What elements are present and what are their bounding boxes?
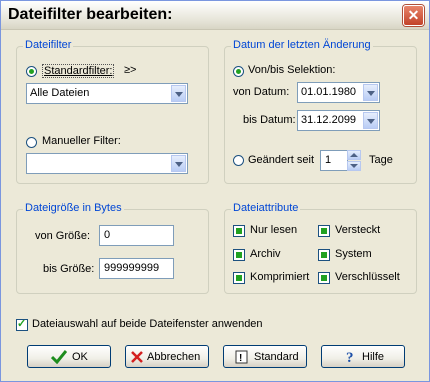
both-windows-checkbox[interactable] [16, 317, 28, 331]
vonbis-radio[interactable] [233, 66, 244, 77]
svg-text:?: ? [346, 350, 354, 363]
bis-groesse-value: 999999999 [104, 262, 160, 274]
datum-legend: Datum der letzten Änderung [231, 39, 373, 51]
datum-group: Datum der letzten Änderung Von/bis Selek… [224, 39, 417, 184]
standard-label: Standard [254, 351, 299, 363]
von-datum-label: von Datum: [233, 86, 290, 98]
tage-label: Tage [369, 154, 393, 166]
spin-down-icon[interactable] [347, 161, 361, 171]
bis-datum-value: 31.12.2099 [301, 114, 357, 126]
chevron-down-icon[interactable] [363, 112, 378, 129]
cross-icon [131, 351, 143, 363]
verschluesselt-label[interactable]: Verschlüsselt [335, 271, 400, 283]
chevron-down-icon[interactable] [171, 155, 186, 172]
svg-text:!: ! [239, 353, 242, 364]
von-groesse-value: 0 [104, 229, 111, 241]
bis-datum-select[interactable]: 31.12.2099 [297, 110, 380, 131]
manueller-filter-radio[interactable] [26, 137, 37, 148]
verschluesselt-checkbox[interactable] [318, 272, 330, 284]
ok-label: OK [72, 351, 88, 363]
hilfe-label: Hilfe [362, 351, 385, 363]
versteckt-checkbox[interactable] [318, 225, 330, 237]
bis-datum-label: bis Datum: [243, 114, 296, 126]
komprimiert-checkbox[interactable] [233, 272, 245, 284]
attribute-group: Dateiattribute Nur lesen Versteckt Archi… [224, 202, 417, 294]
attribute-legend: Dateiattribute [231, 202, 301, 214]
von-groesse-label: von Größe: [35, 230, 91, 242]
von-groesse-input[interactable]: 0 [99, 225, 174, 246]
standardfilter-label[interactable]: Standardfilter: [42, 64, 115, 78]
help-icon: ? [346, 350, 354, 363]
manueller-filter-select[interactable] [26, 153, 188, 174]
dialog-window: Dateifilter bearbeiten: ✕ Dateifilter St… [0, 0, 430, 382]
geaendert-seit-input[interactable]: 1 [320, 150, 348, 171]
vonbis-label[interactable]: Von/bis Selektion: [248, 64, 335, 76]
standardfilter-select[interactable]: Alle Dateien [26, 83, 188, 104]
geaendert-seit-spinner[interactable] [347, 150, 361, 171]
document-icon: ! [235, 350, 248, 364]
komprimiert-label[interactable]: Komprimiert [250, 271, 309, 283]
bis-groesse-label: bis Größe: [43, 263, 95, 275]
nur-lesen-checkbox[interactable] [233, 225, 245, 237]
manueller-filter-label[interactable]: Manueller Filter: [42, 135, 121, 147]
groesse-group: Dateigröße in Bytes von Größe: 0 bis Grö… [16, 202, 209, 294]
dateifilter-group: Dateifilter Standardfilter: ≥> Alle Date… [16, 39, 209, 184]
chevron-down-icon[interactable] [363, 84, 378, 101]
system-label[interactable]: System [335, 248, 372, 260]
nur-lesen-label[interactable]: Nur lesen [250, 224, 297, 236]
abbrechen-button[interactable]: Abbrechen [125, 345, 209, 368]
ok-button[interactable]: OK [27, 345, 111, 368]
standardfilter-value: Alle Dateien [30, 87, 90, 99]
chevron-down-icon[interactable] [171, 85, 186, 102]
groesse-legend: Dateigröße in Bytes [23, 202, 124, 214]
standardfilter-radio[interactable] [26, 66, 37, 77]
close-button[interactable]: ✕ [403, 5, 424, 26]
archiv-label[interactable]: Archiv [250, 248, 281, 260]
von-datum-select[interactable]: 01.01.1980 [297, 82, 380, 103]
spin-up-icon[interactable] [347, 150, 361, 160]
geaendert-seit-label[interactable]: Geändert seit [248, 154, 314, 166]
dateifilter-legend: Dateifilter [23, 39, 74, 51]
hilfe-button[interactable]: ? Hilfe [321, 345, 405, 368]
archiv-checkbox[interactable] [233, 249, 245, 261]
standardfilter-arrow: ≥> [124, 64, 137, 76]
geaendert-seit-radio[interactable] [233, 155, 244, 166]
system-checkbox[interactable] [318, 249, 330, 261]
both-windows-label[interactable]: Dateiauswahl auf beide Dateifenster anwe… [32, 318, 263, 330]
window-title: Dateifilter bearbeiten: [8, 6, 173, 23]
von-datum-value: 01.01.1980 [301, 86, 357, 98]
versteckt-label[interactable]: Versteckt [335, 224, 380, 236]
check-icon [51, 350, 67, 364]
bis-groesse-input[interactable]: 999999999 [99, 258, 174, 279]
title-bar[interactable]: Dateifilter bearbeiten: ✕ [1, 1, 429, 30]
standard-button[interactable]: ! Standard [223, 345, 307, 368]
geaendert-seit-value: 1 [325, 154, 332, 166]
abbrechen-label: Abbrechen [147, 351, 201, 363]
